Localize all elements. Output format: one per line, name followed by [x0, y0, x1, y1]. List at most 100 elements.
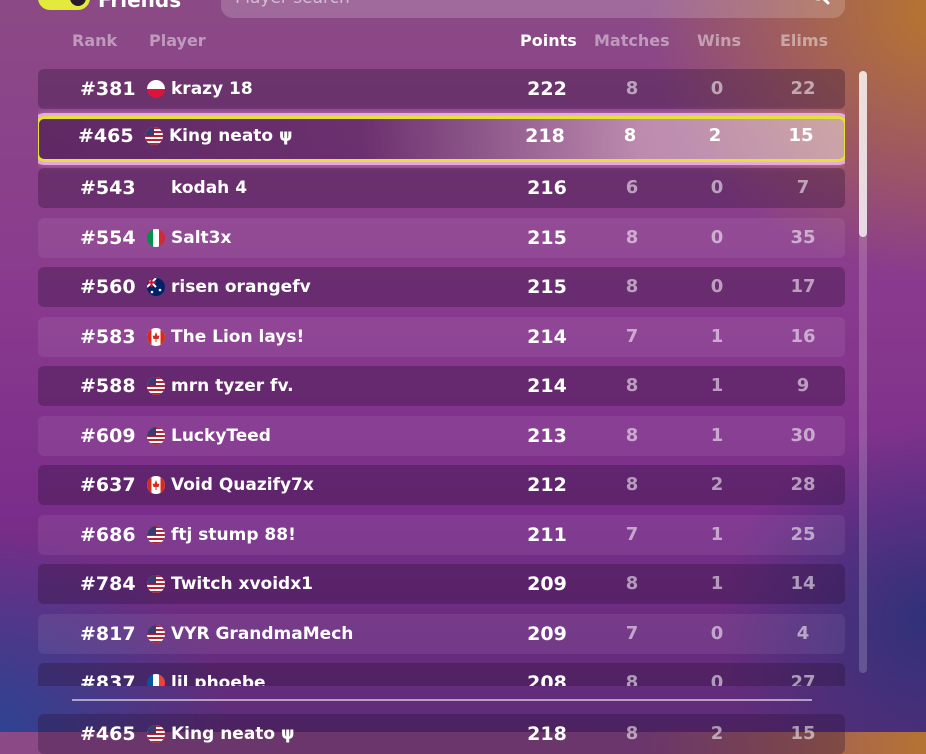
table-row[interactable]: #583 The Lion lays! 214 7 1 16 — [38, 316, 845, 357]
elims-cell: 16 — [790, 325, 816, 347]
player-name[interactable]: Twitch xvoidx1 — [171, 574, 313, 594]
wins-cell: 2 — [710, 474, 724, 495]
rank-cell: #817 — [80, 622, 136, 645]
wins-cell: 0 — [710, 276, 724, 297]
matches-cell: 8 — [625, 723, 639, 744]
table-row[interactable]: #554 Salt3x 215 8 0 35 — [38, 217, 845, 258]
leaderboard-list[interactable]: #381 krazy 18 222 8 0 22 #465 King neato ψ 218 8 2… — [38, 69, 845, 686]
player-name[interactable]: ftj stump 88! — [171, 525, 296, 545]
column-player[interactable]: Player — [149, 31, 206, 50]
friends-toggle[interactable] — [38, 0, 90, 10]
flag-icon — [147, 278, 165, 296]
elims-cell: 9 — [796, 375, 810, 396]
column-wins[interactable]: Wins — [697, 31, 741, 50]
player-name[interactable]: The Lion lays! — [171, 327, 304, 347]
wins-cell: 1 — [710, 424, 724, 446]
column-points[interactable]: Points — [520, 31, 577, 50]
rank-cell: #637 — [80, 474, 136, 496]
table-row[interactable]: #686 ftj stump 88! 211 7 1 25 — [38, 514, 845, 555]
matches-cell: 8 — [623, 124, 637, 146]
rank-cell: #583 — [80, 325, 136, 348]
divider — [72, 699, 812, 701]
player-name[interactable]: krazy 18 — [171, 79, 253, 99]
matches-cell: 8 — [625, 226, 639, 248]
wins-cell: 1 — [710, 523, 724, 545]
table-row[interactable]: #837 lil phoebe 208 8 0 27 — [38, 663, 845, 686]
player-name[interactable]: lil phoebe — [171, 673, 266, 686]
elims-cell: 28 — [790, 474, 816, 495]
flag-icon — [147, 327, 165, 346]
rank-cell: #560 — [80, 276, 136, 298]
elims-cell: 15 — [790, 723, 816, 744]
column-elims[interactable]: Elims — [780, 31, 828, 50]
elims-cell: 30 — [790, 424, 816, 446]
rank-cell: #543 — [80, 177, 136, 199]
rank-cell: #609 — [80, 424, 136, 447]
points-cell: 222 — [527, 78, 567, 100]
player-name[interactable]: King neato ψ — [171, 724, 295, 744]
elims-cell: 22 — [790, 78, 816, 99]
points-cell: 215 — [527, 276, 567, 298]
wins-cell: 2 — [710, 723, 724, 744]
player-name[interactable]: kodah 4 — [171, 178, 247, 198]
points-cell: 218 — [527, 723, 567, 745]
player-search-input[interactable]: Player search — [221, 0, 845, 18]
friends-filter-label: Friends — [98, 0, 182, 12]
wins-cell: 1 — [710, 325, 724, 347]
player-name[interactable]: risen orangefv — [171, 277, 311, 297]
player-name[interactable]: VYR GrandmaMech — [171, 624, 353, 644]
table-row[interactable]: #637 Void Quazify7x 212 8 2 28 — [38, 465, 845, 505]
player-name[interactable]: mrn tyzer fv. — [171, 376, 294, 396]
wins-cell: 0 — [710, 622, 724, 644]
wins-cell: 1 — [710, 573, 724, 594]
column-rank[interactable]: Rank — [72, 31, 117, 50]
rank-cell: #381 — [80, 78, 136, 100]
elims-cell: 25 — [790, 523, 816, 545]
flag-icon — [145, 126, 163, 145]
matches-cell: 8 — [625, 573, 639, 594]
elims-cell: 35 — [790, 226, 816, 248]
matches-cell: 8 — [625, 276, 639, 297]
matches-cell: 7 — [625, 622, 639, 644]
leaderboard-header: Rank Player Points Matches Wins Elims — [38, 31, 844, 51]
points-cell: 213 — [527, 424, 567, 447]
wins-cell: 0 — [710, 78, 724, 99]
elims-cell: 17 — [790, 276, 816, 297]
table-row[interactable]: #560 risen orangefv 215 8 0 17 — [38, 267, 845, 307]
flag-icon — [147, 80, 165, 98]
elims-cell: 15 — [788, 124, 814, 146]
player-name[interactable]: King neato ψ — [169, 126, 293, 146]
rank-cell: #465 — [80, 723, 136, 745]
flag-icon — [147, 476, 165, 494]
points-cell: 209 — [527, 573, 567, 595]
wins-cell: 0 — [710, 226, 724, 248]
table-row[interactable]: #588 mrn tyzer fv. 214 8 1 9 — [38, 366, 845, 406]
table-row[interactable]: #543 kodah 4 216 6 0 7 — [38, 168, 845, 208]
table-row[interactable]: #381 krazy 18 222 8 0 22 — [38, 69, 845, 109]
toggle-knob — [70, 0, 86, 6]
scrollbar[interactable] — [859, 71, 867, 673]
points-cell: 214 — [527, 325, 567, 348]
matches-cell: 8 — [625, 672, 639, 687]
player-name[interactable]: Salt3x — [171, 228, 231, 248]
elims-cell: 7 — [796, 177, 810, 198]
points-cell: 208 — [527, 672, 567, 686]
search-placeholder: Player search — [235, 0, 350, 8]
flag-icon — [147, 725, 165, 743]
column-matches[interactable]: Matches — [594, 31, 670, 50]
rank-cell: #784 — [80, 573, 136, 595]
scrollbar-thumb[interactable] — [859, 71, 867, 237]
matches-cell: 6 — [625, 177, 639, 198]
wins-cell: 0 — [710, 177, 724, 198]
own-rank-row[interactable]: #465 King neato ψ 218 8 2 15 — [38, 714, 845, 754]
player-name[interactable]: Void Quazify7x — [171, 475, 314, 495]
rank-cell: #837 — [80, 672, 136, 686]
table-row[interactable]: #817 VYR GrandmaMech 209 7 0 4 — [38, 613, 845, 654]
rank-cell: #554 — [80, 226, 136, 249]
table-row[interactable]: #784 Twitch xvoidx1 209 8 1 14 — [38, 564, 845, 604]
player-name[interactable]: LuckyTeed — [171, 426, 271, 446]
table-row-current-player[interactable]: #465 King neato ψ 218 8 2 15 — [38, 115, 845, 162]
points-cell: 218 — [525, 124, 565, 147]
points-cell: 211 — [527, 523, 567, 546]
table-row[interactable]: #609 LuckyTeed 213 8 1 30 — [38, 415, 845, 456]
